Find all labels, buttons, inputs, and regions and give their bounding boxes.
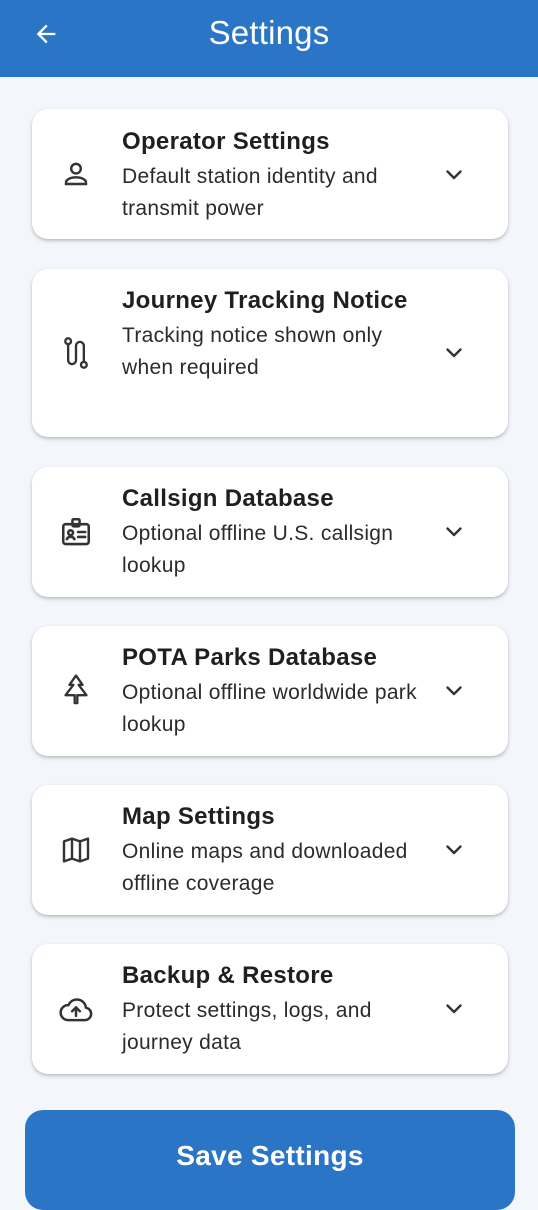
tree-icon [58, 672, 94, 708]
section-card-journey-tracking-notice[interactable]: Journey Tracking Notice Tracking notice … [32, 269, 508, 437]
app-bar: Settings [0, 0, 538, 77]
section-subtitle: Online maps and downloaded offline cover… [122, 840, 408, 895]
chevron-down-icon[interactable] [442, 838, 466, 862]
chevron-down-icon[interactable] [442, 163, 466, 187]
arrow-back-icon [36, 24, 56, 44]
section-title: Backup & Restore [122, 962, 334, 989]
section-card-pota-parks-database[interactable]: POTA Parks Database Optional offline wor… [32, 626, 508, 756]
chevron-down-icon[interactable] [442, 679, 466, 703]
section-card-operator-settings[interactable]: Operator Settings Default station identi… [32, 109, 508, 239]
section-card-backup-restore[interactable]: Backup & Restore Protect settings, logs,… [32, 944, 508, 1074]
section-title: Operator Settings [122, 128, 330, 155]
cloud-upload-icon [58, 991, 94, 1027]
section-card-map-settings[interactable]: Map Settings Online maps and downloaded … [32, 785, 508, 915]
chevron-down-icon[interactable] [442, 341, 466, 365]
section-title: Map Settings [122, 803, 275, 830]
chevron-down-icon[interactable] [442, 997, 466, 1021]
save-settings-button[interactable]: Save Settings [25, 1110, 515, 1210]
save-settings-label: Save Settings [176, 1140, 364, 1171]
badge-icon [58, 514, 94, 550]
section-subtitle: Protect settings, logs, and journey data [122, 999, 372, 1054]
section-title: Callsign Database [122, 485, 334, 512]
page-title: Settings [208, 13, 330, 51]
section-title: Journey Tracking Notice [122, 287, 408, 314]
section-subtitle: Optional offline worldwide park lookup [122, 681, 417, 736]
section-title: POTA Parks Database [122, 644, 378, 671]
map-icon [58, 832, 94, 868]
section-subtitle: Tracking notice shown only when required [122, 324, 383, 379]
chevron-down-icon[interactable] [442, 520, 466, 544]
route-icon [58, 335, 94, 371]
section-subtitle: Default station identity and transmit po… [122, 165, 378, 220]
section-card-callsign-database[interactable]: Callsign Database Optional offline U.S. … [32, 467, 508, 597]
back-button[interactable] [24, 14, 68, 54]
person-icon [58, 156, 94, 192]
section-subtitle: Optional offline U.S. callsign lookup [122, 522, 394, 577]
